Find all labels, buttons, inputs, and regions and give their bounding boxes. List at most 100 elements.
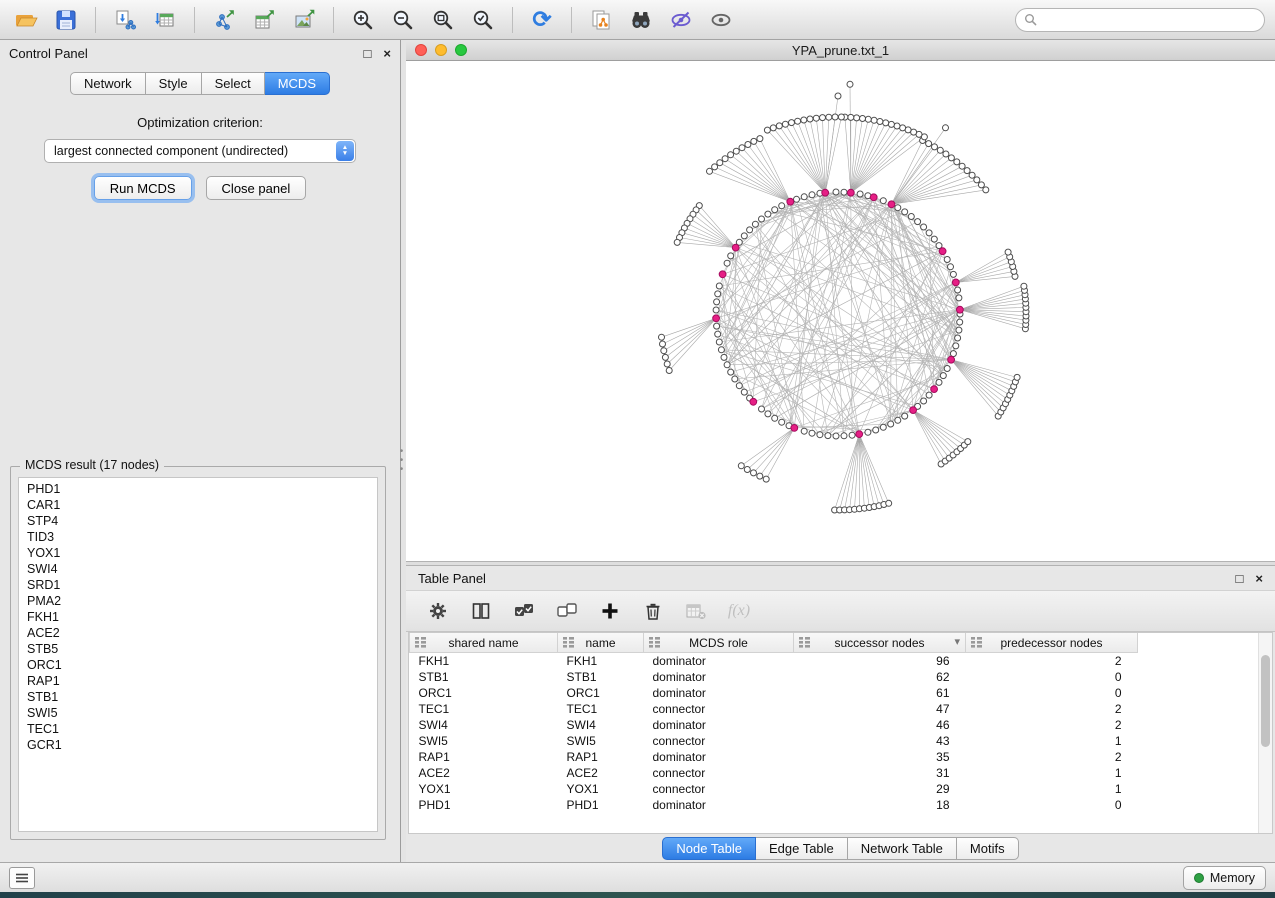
network-node[interactable] (978, 182, 984, 188)
run-mcds-button[interactable]: Run MCDS (94, 176, 192, 200)
network-node[interactable] (763, 476, 769, 482)
network-node[interactable] (732, 376, 738, 382)
table-cell[interactable]: RAP1 (558, 749, 644, 765)
close-table-panel-icon[interactable]: × (1255, 572, 1263, 585)
network-node[interactable] (895, 417, 901, 423)
network-node[interactable] (664, 361, 670, 367)
network-node[interactable] (940, 373, 946, 379)
network-node[interactable] (865, 116, 871, 122)
network-node[interactable] (948, 264, 954, 270)
table-cell[interactable]: STB1 (410, 669, 558, 685)
table-cell[interactable]: STB1 (558, 669, 644, 685)
network-node[interactable] (943, 125, 949, 131)
network-node[interactable] (848, 114, 854, 120)
network-node[interactable] (764, 127, 770, 133)
table-cell[interactable]: SWI4 (558, 717, 644, 733)
table-cell[interactable]: dominator (644, 669, 794, 685)
column-header-successor-nodes[interactable]: successor nodes▾ (794, 633, 966, 653)
network-node[interactable] (722, 156, 728, 162)
table-cell[interactable]: PHD1 (558, 797, 644, 813)
tab-select[interactable]: Select (202, 72, 265, 95)
table-row[interactable]: SWI5SWI5connector431 (410, 733, 1138, 749)
network-node[interactable] (779, 419, 785, 425)
network-node[interactable] (921, 224, 927, 230)
table-cell[interactable]: 35 (794, 749, 966, 765)
network-node[interactable] (1021, 283, 1027, 289)
table-cell[interactable]: 2 (966, 717, 1138, 733)
network-node[interactable] (894, 123, 900, 129)
table-row[interactable]: ORC1ORC1dominator610 (410, 685, 1138, 701)
network-node[interactable] (880, 424, 886, 430)
network-graph[interactable] (406, 61, 1275, 561)
table-cell[interactable]: 18 (794, 797, 966, 813)
network-hub-node[interactable] (952, 279, 959, 286)
network-hub-node[interactable] (713, 315, 720, 322)
share-network-icon[interactable] (585, 5, 617, 35)
table-cell[interactable]: 0 (966, 685, 1138, 701)
network-node[interactable] (794, 196, 800, 202)
network-hub-node[interactable] (750, 398, 757, 405)
mcds-result-item[interactable]: GCR1 (19, 737, 377, 753)
table-row[interactable]: SWI4SWI4dominator462 (410, 717, 1138, 733)
network-hub-node[interactable] (732, 244, 739, 251)
network-node[interactable] (738, 463, 744, 469)
network-node[interactable] (937, 147, 943, 153)
network-node[interactable] (772, 415, 778, 421)
network-node[interactable] (717, 160, 723, 166)
mcds-result-item[interactable]: RAP1 (19, 673, 377, 689)
tab-network-table[interactable]: Network Table (848, 837, 957, 860)
table-cell[interactable]: 31 (794, 765, 966, 781)
network-node[interactable] (943, 151, 949, 157)
network-node[interactable] (955, 287, 961, 293)
mcds-result-item[interactable]: FKH1 (19, 609, 377, 625)
search-network-icon[interactable] (625, 5, 657, 35)
mcds-result-item[interactable]: PHD1 (19, 481, 377, 497)
table-cell[interactable]: 47 (794, 701, 966, 717)
table-cell[interactable]: ACE2 (410, 765, 558, 781)
network-node[interactable] (782, 121, 788, 127)
export-table-icon[interactable] (248, 5, 280, 35)
network-hub-node[interactable] (910, 407, 917, 414)
table-cell[interactable]: 62 (794, 669, 966, 685)
save-icon[interactable] (50, 5, 82, 35)
network-node[interactable] (662, 354, 668, 360)
memory-button[interactable]: Memory (1183, 866, 1266, 890)
table-row[interactable]: YOX1YOX1connector291 (410, 781, 1138, 797)
network-node[interactable] (900, 125, 906, 131)
network-node[interactable] (757, 136, 763, 142)
network-node[interactable] (809, 192, 815, 198)
mcds-result-item[interactable]: YOX1 (19, 545, 377, 561)
tab-edge-table[interactable]: Edge Table (756, 837, 848, 860)
mcds-result-item[interactable]: CAR1 (19, 497, 377, 513)
network-node[interactable] (954, 159, 960, 165)
network-node[interactable] (801, 194, 807, 200)
network-node[interactable] (1005, 249, 1011, 255)
network-node[interactable] (926, 141, 932, 147)
network-node[interactable] (948, 155, 954, 161)
network-node[interactable] (728, 253, 734, 259)
export-image-icon[interactable] (288, 5, 320, 35)
network-node[interactable] (847, 81, 853, 87)
mcds-result-item[interactable]: STB5 (19, 641, 377, 657)
network-hub-node[interactable] (939, 248, 946, 255)
open-file-icon[interactable] (10, 5, 42, 35)
network-node[interactable] (759, 406, 765, 412)
network-node[interactable] (707, 168, 713, 174)
table-cell[interactable]: dominator (644, 653, 794, 670)
network-node[interactable] (833, 433, 839, 439)
tab-style[interactable]: Style (146, 72, 202, 95)
network-node[interactable] (956, 327, 962, 333)
network-node[interactable] (959, 163, 965, 169)
hide-graphics-details-icon[interactable] (665, 5, 697, 35)
network-node[interactable] (969, 172, 975, 178)
table-cell[interactable]: 46 (794, 717, 966, 733)
table-cell[interactable]: 0 (966, 797, 1138, 813)
table-cell[interactable]: connector (644, 781, 794, 797)
show-columns-icon[interactable] (469, 599, 493, 623)
network-node[interactable] (926, 230, 932, 236)
table-row[interactable]: RAP1RAP1dominator352 (410, 749, 1138, 765)
tab-mcds[interactable]: MCDS (265, 72, 330, 95)
table-cell[interactable]: 1 (966, 781, 1138, 797)
network-node[interactable] (931, 236, 937, 242)
network-node[interactable] (908, 214, 914, 220)
